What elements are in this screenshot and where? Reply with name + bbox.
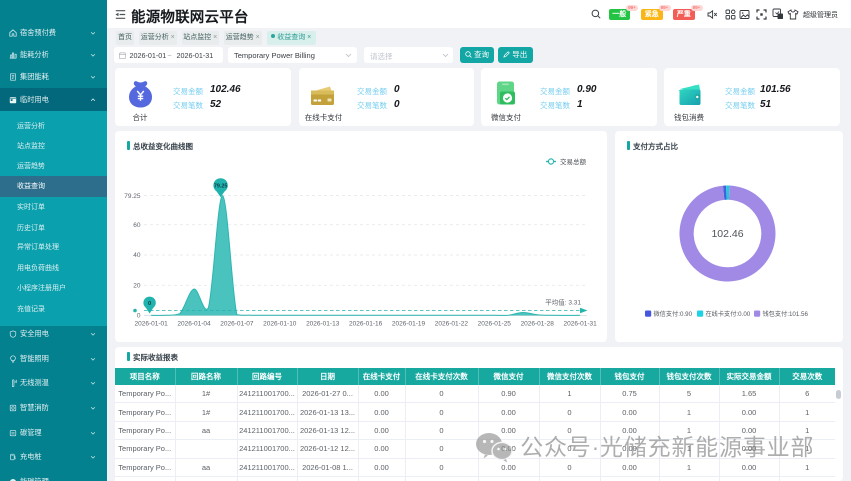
svg-text:2026-01-13: 2026-01-13 (306, 321, 340, 328)
svg-text:平均值: 3.31: 平均值: 3.31 (545, 297, 581, 306)
svg-text:79.25: 79.25 (124, 193, 141, 200)
svg-text:40: 40 (133, 252, 141, 259)
svg-text:交易总额: 交易总额 (560, 157, 587, 166)
svg-text:2026-01-10: 2026-01-10 (263, 321, 297, 328)
svg-text:2026-01-01: 2026-01-01 (134, 321, 168, 328)
svg-text:0: 0 (148, 301, 151, 307)
svg-text:0: 0 (137, 313, 141, 320)
svg-text:2026-01-25: 2026-01-25 (478, 321, 512, 328)
svg-text:2026-01-07: 2026-01-07 (220, 321, 254, 328)
svg-text:2026-01-19: 2026-01-19 (392, 321, 426, 328)
svg-text:在线卡支付:0.00: 在线卡支付:0.00 (706, 310, 751, 318)
svg-text:2026-01-31: 2026-01-31 (563, 321, 597, 328)
svg-text:钱包支付:101.56: 钱包支付:101.56 (763, 310, 809, 318)
svg-text:20: 20 (133, 282, 141, 289)
svg-text:2026-01-22: 2026-01-22 (435, 321, 469, 328)
svg-text:微信支付:0.90: 微信支付:0.90 (654, 310, 693, 318)
svg-text:60: 60 (133, 222, 141, 229)
svg-text:2026-01-04: 2026-01-04 (177, 321, 211, 328)
svg-text:79.25: 79.25 (214, 183, 228, 189)
svg-text:2026-01-28: 2026-01-28 (521, 321, 555, 328)
svg-text:102.46: 102.46 (711, 228, 743, 240)
svg-text:2026-01-16: 2026-01-16 (349, 321, 383, 328)
